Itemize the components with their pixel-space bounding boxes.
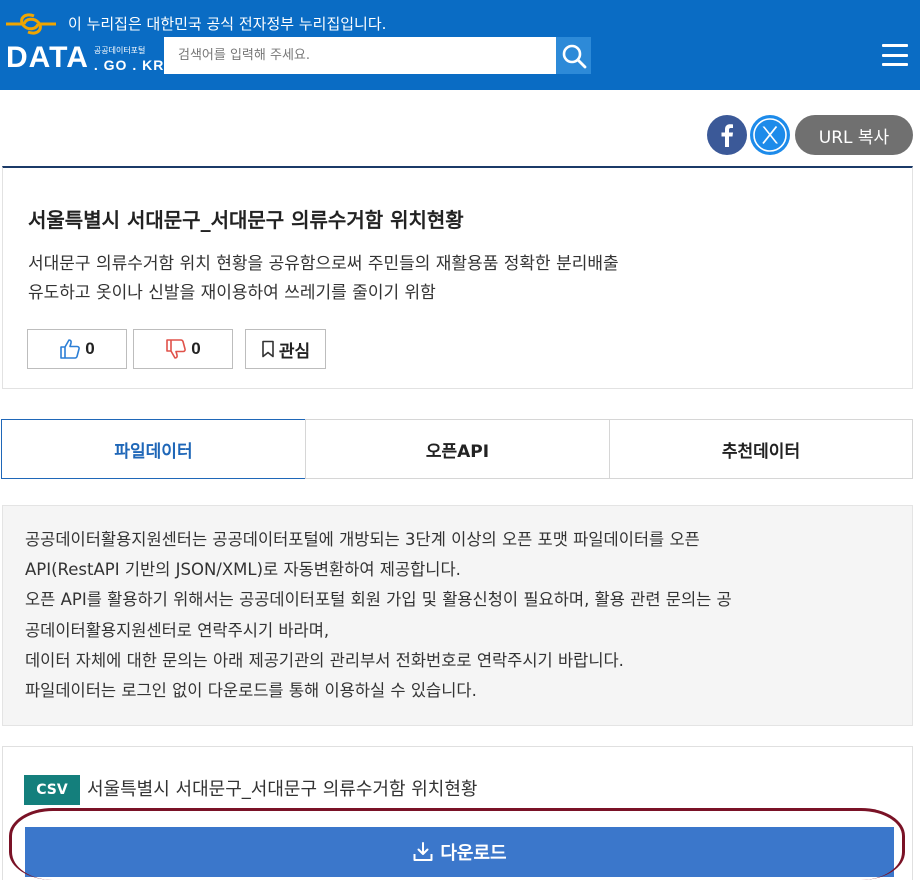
data-type-tabs: 파일데이터 오픈API 추천데이터 [1,419,913,479]
dislike-count: 0 [191,339,201,358]
tab-recommended-data[interactable]: 추천데이터 [609,419,913,479]
dataset-description: 서대문구 의류수거함 위치 현황을 공유함으로써 주민들의 재활용품 정확한 분… [28,254,619,303]
logo-subtitle: 공공데이터포털 [93,46,146,55]
x-share-button[interactable] [750,115,790,155]
bookmark-icon [262,340,274,358]
logo-domain: . GO . KR [93,57,165,73]
dataset-summary-card: 서울특별시 서대문구_서대문구 의류수거함 위치현황 서대문구 의류수거함 위치… [2,166,913,389]
open-api-info-box: 공공데이터활용지원센터는 공공데이터포털에 개방되는 3단계 이상의 오픈 포맷… [2,505,913,726]
like-button[interactable]: 0 [27,329,127,369]
bookmark-label: 관심 [278,341,311,361]
search-icon [562,44,586,68]
download-button[interactable]: 다운로드 [25,827,894,877]
dislike-button[interactable]: 0 [133,329,233,369]
top-header: 이 누리집은 대한민국 공식 전자정부 누리집입니다. DATA 공공데이터포털… [0,0,920,90]
search-input[interactable] [164,37,556,74]
site-logo[interactable]: DATA 공공데이터포털 . GO . KR [6,38,164,74]
tab-file-data[interactable]: 파일데이터 [1,419,306,479]
facebook-icon [721,124,733,147]
file-format-badge: CSV [24,775,80,805]
thumbs-down-icon [166,339,187,359]
file-download-card: CSV 서울특별시 서대문구_서대문구 의류수거함 위치현황 다운로드 [2,746,913,880]
dataset-title: 서울특별시 서대문구_서대문구 의류수거함 위치현황 [28,208,464,232]
gov-emblem-icon [6,13,56,35]
search-button[interactable] [556,37,591,74]
tab-open-api[interactable]: 오픈API [305,419,610,479]
hamburger-menu-icon[interactable] [880,42,910,68]
facebook-share-button[interactable] [707,115,747,155]
file-name: 서울특별시 서대문구_서대문구 의류수거함 위치현황 [87,779,478,800]
like-count: 0 [85,339,95,358]
url-copy-button[interactable]: URL 복사 [795,115,913,155]
logo-main-text: DATA [6,41,89,74]
bookmark-button[interactable]: 관심 [245,329,326,369]
download-label: 다운로드 [440,843,507,864]
x-icon [753,118,787,152]
gov-notice: 이 누리집은 대한민국 공식 전자정부 누리집입니다. [68,15,387,33]
download-icon [413,842,433,861]
thumbs-up-icon [60,339,81,359]
